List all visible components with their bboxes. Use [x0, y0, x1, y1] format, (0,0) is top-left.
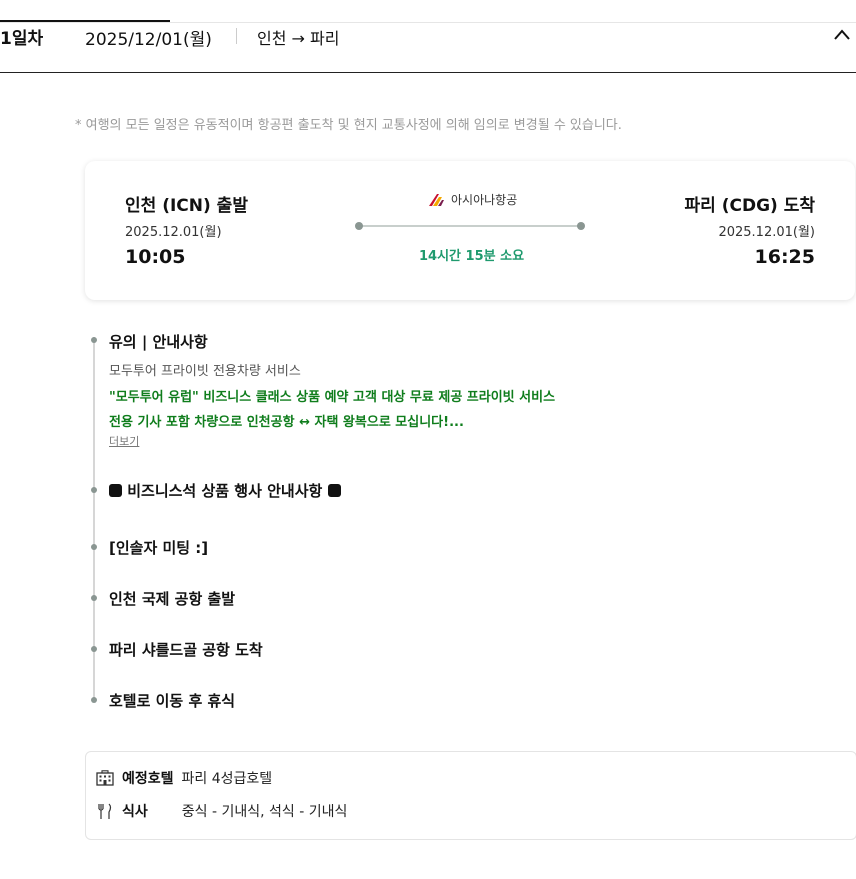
arrival-title: 파리 (CDG) 도착 [684, 196, 815, 216]
notice-highlight-2: 전용 기사 포함 차량으로 인천공항 ↔ 자택 왕복으로 모십니다!... [109, 415, 464, 430]
hotel-value: 파리 4성급호텔 [181, 771, 273, 787]
day-date: 2025/12/01(월) [85, 30, 212, 50]
meal-value: 중식 - 기내식, 석식 - 기내식 [181, 804, 348, 820]
meal-label: 식사 [122, 804, 148, 820]
hotel-icon [96, 770, 114, 786]
flight-card: 인천 (ICN) 출발 2025.12.01(월) 10:05 아시아나항공 1… [85, 161, 855, 300]
timeline-dot [91, 337, 97, 343]
hotel-row: 예정호텔 파리 4성급호텔 [96, 768, 272, 788]
timeline-item: [인솔자 미팅 :] [109, 539, 209, 557]
timeline-dot [91, 697, 97, 703]
meal-row: 식사 중식 - 기내식, 석식 - 기내식 [96, 801, 347, 821]
flight-route-line [358, 225, 580, 227]
header-divider [236, 28, 237, 44]
chevron-up-icon[interactable] [832, 28, 852, 42]
departure-time: 10:05 [125, 246, 186, 268]
schedule-notice: * 여행의 모든 일정은 유동적이며 항공편 출도착 및 현지 교통사정에 의해… [75, 118, 622, 133]
utensils-icon [98, 803, 112, 819]
event-title-text: 비즈니스석 상품 행사 안내사항 [127, 482, 323, 500]
airline-name: 아시아나항공 [451, 193, 518, 207]
top-divider [0, 22, 856, 23]
business-event-title: 비즈니스석 상품 행사 안내사항 [109, 480, 341, 501]
timeline-dot [91, 595, 97, 601]
notice-highlight-1: "모두투어 유럽" 비즈니스 클래스 상품 예약 고객 대상 무료 제공 프라이… [109, 390, 556, 405]
black-square-icon [327, 484, 341, 497]
day-number: 1일차 [0, 29, 44, 49]
flight-duration: 14시간 15분 소요 [419, 249, 525, 264]
asiana-logo-icon [429, 193, 444, 206]
hotel-meal-box: 예정호텔 파리 4성급호텔 식사 중식 - 기내식, 석식 - 기내식 [85, 751, 856, 840]
airline: 아시아나항공 [427, 191, 517, 208]
more-link[interactable]: 더보기 [109, 433, 139, 449]
arrival-date: 2025.12.01(월) [718, 225, 815, 240]
day-route: 인천 → 파리 [257, 29, 340, 48]
hotel-label: 예정호텔 [122, 771, 174, 787]
black-square-icon [109, 484, 122, 497]
timeline-dot [91, 487, 97, 493]
timeline-item: 파리 샤를드골 공항 도착 [109, 641, 263, 659]
timeline-item: 호텔로 이동 후 휴식 [109, 692, 236, 710]
timeline-dot [91, 646, 97, 652]
timeline-item: 인천 국제 공항 출발 [109, 590, 236, 608]
notice-subtitle: 모두투어 프라이빗 전용차량 서비스 [109, 364, 301, 379]
notice-title: 유의 | 안내사항 [109, 333, 208, 351]
departure-date: 2025.12.01(월) [125, 225, 222, 240]
timeline-dot [91, 544, 97, 550]
route-start-dot [355, 222, 363, 230]
day-header[interactable]: 1일차 2025/12/01(월) 인천 → 파리 [0, 24, 856, 73]
route-end-dot [577, 222, 585, 230]
departure-title: 인천 (ICN) 출발 [125, 196, 248, 216]
arrival-time: 16:25 [754, 246, 815, 268]
